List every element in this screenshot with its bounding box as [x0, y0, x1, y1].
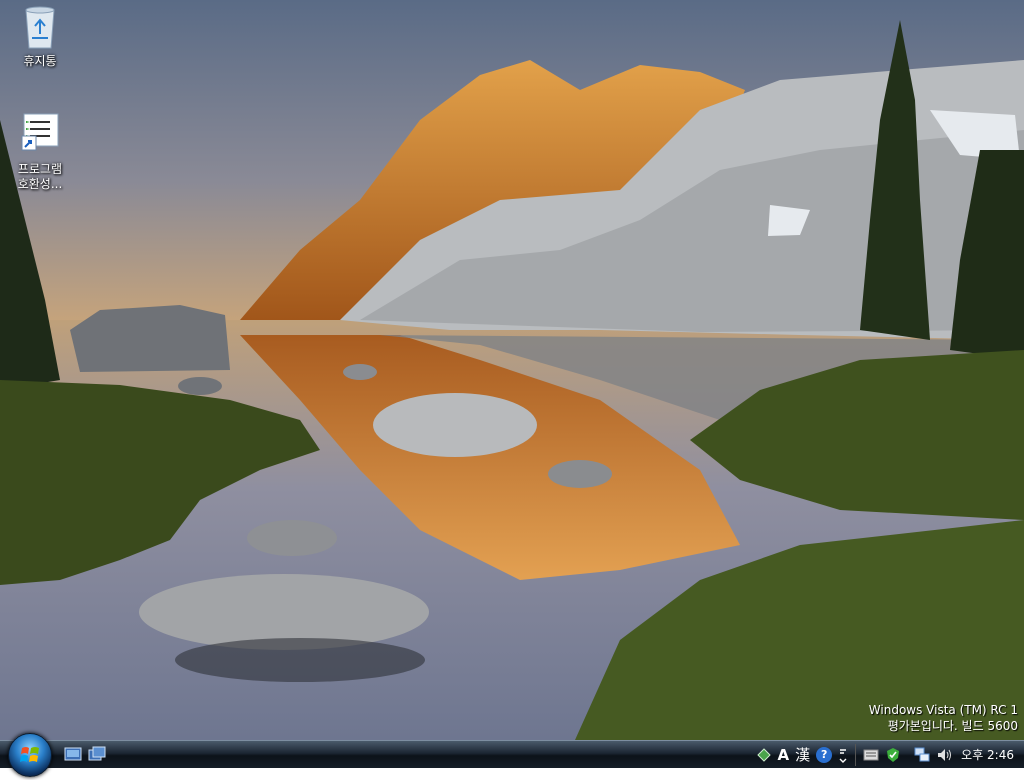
keyboard-icon[interactable] — [863, 746, 879, 764]
taskbar: A 漢 ? 오후 2:46 — [0, 733, 1024, 777]
hanja-convert-indicator[interactable]: 漢 — [795, 746, 810, 764]
windows-logo-icon — [20, 747, 39, 762]
clock[interactable]: 오후 2:46 — [955, 746, 1024, 763]
network-icon[interactable] — [914, 746, 930, 764]
language-bar-icon[interactable] — [756, 746, 772, 764]
volume-icon[interactable] — [936, 746, 952, 764]
watermark-line-1: Windows Vista (TM) RC 1 — [868, 703, 1018, 717]
watermark-line-2: 평가본입니다. 빌드 5600 — [887, 719, 1018, 733]
notification-area: A 漢 ? 오후 2:46 — [753, 741, 1024, 768]
show-desktop-icon[interactable] — [64, 746, 82, 762]
desktop[interactable]: 휴지통 프로그램 호환성... Windows Vista (TM) RC 1 … — [0, 0, 1024, 740]
start-button[interactable] — [8, 733, 52, 777]
program-compatibility-label: 프로그램 호환성... — [17, 162, 63, 191]
tray-separator — [855, 743, 857, 766]
security-center-icon[interactable] — [885, 746, 901, 764]
program-compatibility-shortcut[interactable]: 프로그램 호환성... — [2, 112, 78, 192]
recycle-bin-icon[interactable]: 휴지통 — [2, 4, 78, 69]
build-watermark: Windows Vista (TM) RC 1 평가본입니다. 빌드 5600 — [869, 702, 1018, 734]
input-mode-indicator[interactable]: A — [778, 746, 790, 764]
wallpaper — [0, 0, 1024, 740]
recycle-bin-label: 휴지통 — [23, 54, 57, 68]
help-icon[interactable]: ? — [816, 746, 833, 763]
program-compatibility-icon — [20, 112, 60, 158]
options-icon[interactable] — [838, 746, 848, 764]
switch-windows-icon[interactable] — [88, 746, 106, 762]
recycle-bin-icon-image — [20, 4, 60, 50]
